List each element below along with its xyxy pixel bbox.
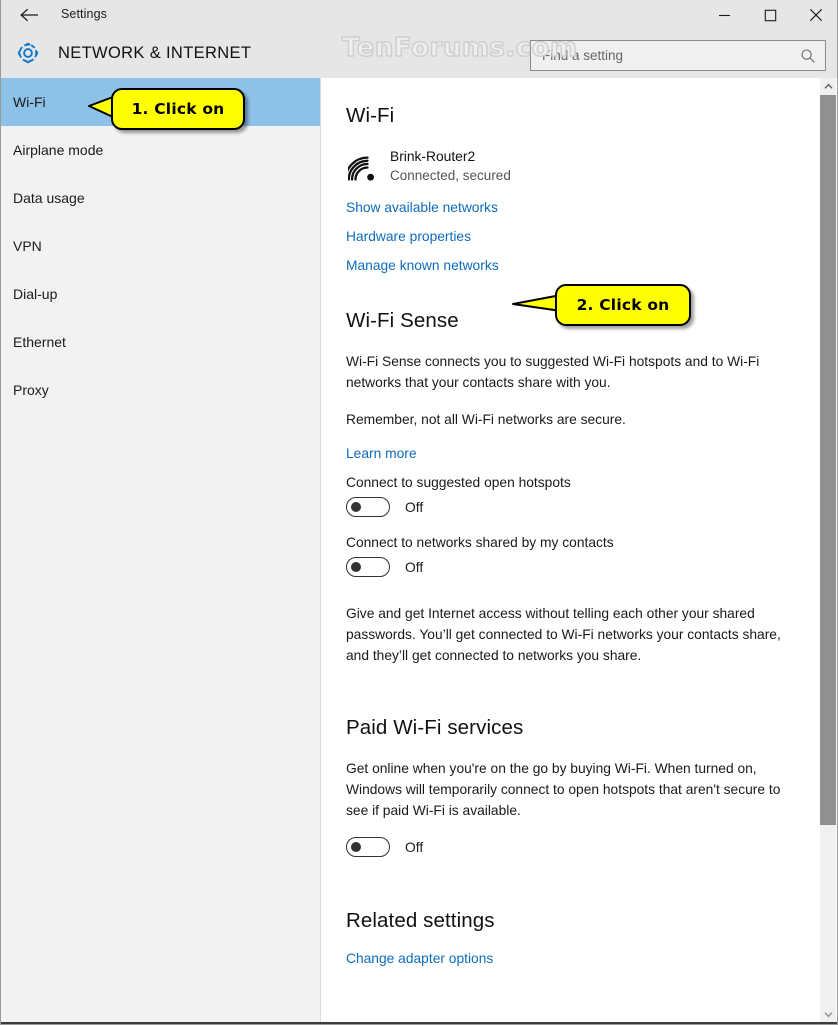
close-button[interactable]: [793, 0, 837, 30]
suggested-hotspots-toggle[interactable]: [346, 497, 390, 517]
sidebar-item-vpn[interactable]: VPN: [1, 222, 320, 270]
paid-wifi-toggle[interactable]: [346, 837, 390, 857]
toggle-knob: [351, 502, 361, 512]
network-name: Brink-Router2: [390, 149, 476, 164]
network-text: Brink-Router2 Connected, secured: [390, 146, 511, 185]
wifi-sense-heading: Wi-Fi Sense: [346, 309, 459, 332]
manage-known-networks-link[interactable]: Manage known networks: [346, 258, 499, 273]
paid-wifi-heading: Paid Wi-Fi services: [346, 716, 524, 739]
close-icon: [809, 8, 823, 22]
learn-more-link[interactable]: Learn more: [346, 446, 417, 461]
minimize-button[interactable]: [701, 0, 747, 30]
sidebar-item-label: Dial-up: [13, 286, 58, 302]
main-content: Wi-Fi Brink-Router2 Connected, secured S…: [322, 78, 822, 1023]
window-bottom-border: [1, 1022, 837, 1024]
sidebar-item-proxy[interactable]: Proxy: [1, 366, 320, 414]
sidebar-item-dial-up[interactable]: Dial-up: [1, 270, 320, 318]
sidebar-item-airplane-mode[interactable]: Airplane mode: [1, 126, 320, 174]
network-status: Connected, secured: [390, 168, 511, 183]
maximize-icon: [764, 9, 776, 21]
contacts-networks-state: Off: [405, 559, 424, 575]
show-available-networks-link[interactable]: Show available networks: [346, 200, 498, 215]
sidebar-item-wi-fi[interactable]: Wi-Fi: [1, 78, 320, 126]
gear-icon: [14, 39, 42, 67]
back-button[interactable]: [11, 2, 49, 28]
wifi-sense-paragraph-1: Wi-Fi Sense connects you to suggested Wi…: [346, 354, 760, 390]
sidebar-item-data-usage[interactable]: Data usage: [1, 174, 320, 222]
title-bar: Settings: [1, 0, 837, 30]
minimize-icon: [718, 14, 730, 16]
vertical-scrollbar[interactable]: [820, 78, 836, 1023]
suggested-hotspots-state: Off: [405, 499, 424, 515]
related-settings-heading: Related settings: [346, 909, 495, 932]
contacts-networks-label: Connect to networks shared by my contact…: [346, 535, 614, 550]
paid-wifi-state: Off: [405, 839, 424, 855]
toggle-knob: [351, 562, 361, 572]
sidebar-item-label: Airplane mode: [13, 142, 104, 158]
paid-wifi-toggle-row: Off: [346, 837, 822, 857]
suggested-hotspots-toggle-row: Off: [346, 497, 822, 517]
contacts-networks-toggle-row: Off: [346, 557, 822, 577]
contacts-networks-toggle[interactable]: [346, 557, 390, 577]
sidebar-item-ethernet[interactable]: Ethernet: [1, 318, 320, 366]
chevron-up-icon: [823, 83, 833, 89]
wifi-signal-icon: [344, 148, 390, 188]
caption-buttons: [701, 0, 837, 30]
wifi-sense-paragraph-3: Give and get Internet access without tel…: [346, 606, 781, 663]
scrollbar-up-button[interactable]: [820, 78, 836, 95]
sidebar-item-label: Data usage: [13, 190, 85, 206]
settings-window: Settings NETWORK & INTERNET TenForums.co…: [0, 0, 838, 1025]
search-input[interactable]: [531, 48, 795, 63]
paid-wifi-paragraph: Get online when you're on the go by buyi…: [346, 761, 781, 818]
scrollbar-down-button[interactable]: [820, 1006, 836, 1023]
current-network: Brink-Router2 Connected, secured: [344, 146, 822, 188]
sidebar-item-label: Proxy: [13, 382, 49, 398]
sidebar-item-label: Wi-Fi: [13, 94, 46, 110]
chevron-down-icon: [823, 1012, 833, 1018]
back-arrow-icon: [20, 8, 38, 22]
wifi-sense-paragraph-2: Remember, not all Wi-Fi networks are sec…: [346, 412, 626, 427]
search-icon[interactable]: [795, 43, 821, 69]
sidebar-nav: Wi-Fi Airplane mode Data usage VPN Dial-…: [1, 78, 321, 1023]
search-box[interactable]: [530, 40, 826, 71]
toggle-knob: [351, 842, 361, 852]
page-title: NETWORK & INTERNET: [58, 44, 252, 62]
maximize-button[interactable]: [747, 0, 793, 30]
hardware-properties-link[interactable]: Hardware properties: [346, 229, 471, 244]
sidebar-item-label: Ethernet: [13, 334, 66, 350]
sidebar-item-label: VPN: [13, 238, 42, 254]
scrollbar-thumb[interactable]: [820, 95, 836, 825]
wifi-heading: Wi-Fi: [346, 104, 395, 127]
window-title: Settings: [61, 7, 107, 21]
suggested-hotspots-label: Connect to suggested open hotspots: [346, 475, 571, 490]
change-adapter-options-link[interactable]: Change adapter options: [346, 951, 493, 966]
